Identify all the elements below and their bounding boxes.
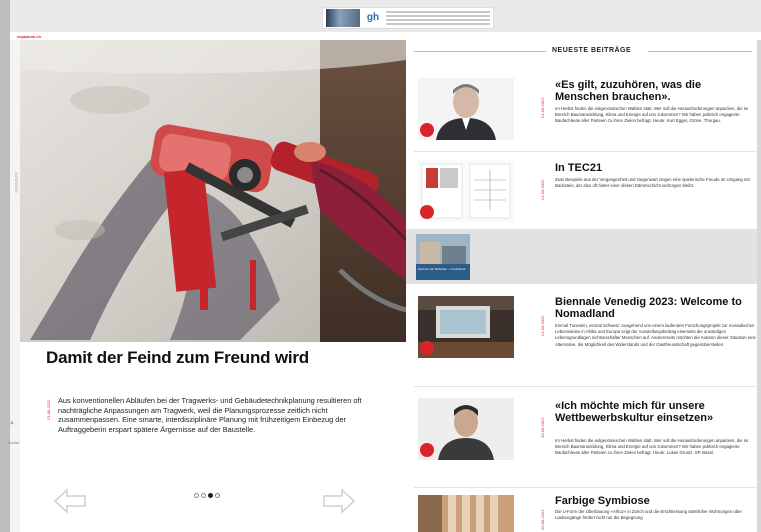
ad-image (326, 9, 360, 27)
article-excerpt: Zwei Beispiele aus der Vergangenheit und… (555, 177, 750, 189)
side-rail-label: ESPAZIUM (13, 172, 19, 193)
feature-lead: Aus konventionellen Abläufen bei der Tra… (58, 396, 362, 434)
app-window: gh espazium.ch ESPAZIUM ⌕ Suche Damit de… (0, 0, 761, 532)
side-rail (10, 40, 20, 532)
top-ad-banner[interactable]: gh (322, 7, 494, 29)
article-thumbnail[interactable] (418, 78, 514, 140)
ad-thumbnail[interactable]: Zentrum für Wohnbau – mit Zukunft (416, 234, 470, 280)
window-left-edge (0, 0, 10, 532)
article-title[interactable]: In TEC21 (555, 162, 757, 174)
carousel-dot[interactable] (201, 493, 206, 498)
carousel-dot[interactable] (215, 493, 220, 498)
carousel-indicator (194, 493, 220, 498)
divider (414, 51, 546, 52)
article-title[interactable]: «Es gilt, zuzuhören, was die Menschen br… (555, 79, 757, 103)
divider (648, 51, 752, 52)
ad-text-lines (386, 11, 490, 25)
divider (414, 151, 758, 152)
search-label: Suche (8, 440, 20, 445)
search-icon[interactable]: ⌕ (10, 420, 14, 428)
article-title[interactable]: «Ich möchte mich für unsere Wettbewerbsk… (555, 400, 757, 424)
article-thumbnail[interactable] (418, 398, 514, 460)
article-excerpt: Die U-Form der Überbauung «Ahloz» in Zür… (555, 509, 742, 521)
article-title[interactable]: Biennale Venedig 2023: Welcome to Nomadl… (555, 296, 757, 320)
page-header (10, 32, 761, 40)
article-excerpt: Im Herbst finden die eidgenössischen Wah… (555, 438, 749, 456)
brand-logo[interactable]: espazium.ch (17, 34, 41, 39)
divider (414, 487, 758, 488)
feature-date: 21-06-2022 (46, 399, 51, 420)
ad-caption: Zentrum für Wohnbau – mit Zukunft (418, 267, 466, 271)
section-title: NEUESTE BEITRÄGE (552, 47, 632, 54)
article-title[interactable]: Farbige Symbiose (555, 495, 757, 507)
arrow-left-icon[interactable] (53, 488, 87, 514)
article-date: 20-06-2022 (540, 509, 545, 530)
article-thumbnail[interactable] (418, 160, 514, 222)
article-thumbnail[interactable] (418, 495, 514, 532)
article-excerpt: Im Herbst finden die eidgenössischen Wah… (555, 106, 749, 124)
divider (414, 386, 758, 387)
carousel-dot-active[interactable] (208, 493, 213, 498)
article-date: 21-06-2022 (540, 179, 545, 200)
article-date: 21-06-2022 (540, 315, 545, 336)
carousel-dot[interactable] (194, 493, 199, 498)
article-date: 21-06-2022 (540, 97, 545, 118)
article-excerpt: Einmal Tunesien, einmal Schweiz: Ausgehe… (555, 323, 756, 347)
article-date: 20-06-2022 (540, 417, 545, 438)
arrow-right-icon[interactable] (322, 488, 356, 514)
article-thumbnail[interactable] (418, 296, 514, 358)
feature-headline[interactable]: Damit der Feind zum Freund wird (46, 349, 386, 367)
hero-image[interactable] (20, 40, 406, 342)
ad-logo: gh (366, 12, 380, 23)
scrollbar[interactable] (757, 40, 761, 532)
